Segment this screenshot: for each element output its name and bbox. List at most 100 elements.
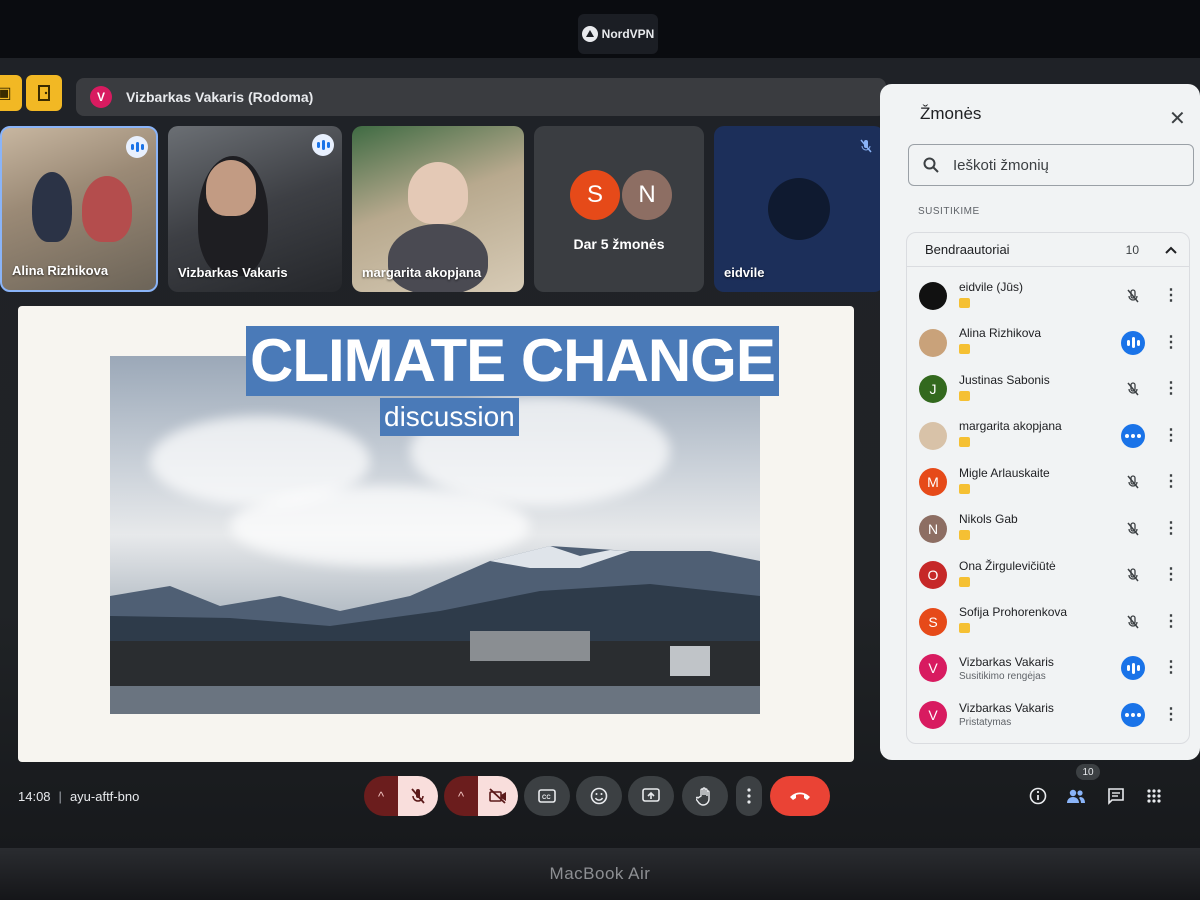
people-search — [908, 144, 1194, 186]
person-figure — [82, 176, 132, 242]
group-header[interactable]: Bendraautoriai 10 — [907, 233, 1189, 267]
camera-toggle-button[interactable] — [478, 776, 518, 816]
participant-role: Susitikimo rengėjas — [959, 670, 1046, 682]
participant-name: Vizbarkas Vakaris — [959, 701, 1054, 715]
more-vert-icon — [747, 788, 751, 804]
end-call-button[interactable] — [770, 776, 830, 816]
laptop-bezel-bottom: MacBook Air — [0, 848, 1200, 900]
chat-button[interactable] — [1100, 780, 1132, 812]
participant-info: Migle Arlauskaite — [959, 466, 1121, 499]
participant-tile[interactable]: Alina Rizhikova — [0, 126, 158, 292]
emoji-icon — [590, 787, 608, 805]
reactions-button[interactable] — [576, 776, 622, 816]
participant-tile[interactable]: margarita akopjana — [352, 126, 524, 292]
slide-subtitle: discussion — [380, 398, 519, 436]
captions-button[interactable]: CC — [524, 776, 570, 816]
participant-info: Vizbarkas Vakaris Susitikimo rengėjas — [959, 655, 1121, 682]
door-icon[interactable] — [26, 75, 62, 111]
avatar: S — [919, 607, 947, 636]
more-vert-icon[interactable]: ⋮ — [1161, 288, 1181, 304]
meeting-details-button[interactable] — [1022, 780, 1054, 812]
close-icon[interactable]: ✕ — [1169, 106, 1186, 131]
mic-off-icon — [1121, 284, 1145, 308]
more-vert-icon[interactable]: ⋮ — [1161, 474, 1181, 490]
avatar: O — [919, 561, 947, 589]
person-figure — [32, 172, 72, 242]
coauthor-tag-icon — [959, 390, 970, 401]
tile-name: Alina Rizhikova — [12, 263, 109, 278]
chat-icon — [1108, 788, 1124, 805]
search-icon — [923, 157, 939, 173]
participant-row[interactable]: N Nikols Gab ⋮ — [907, 506, 1189, 552]
people-icon — [1067, 789, 1085, 803]
participant-info: Alina Rizhikova — [959, 326, 1121, 359]
more-vert-icon[interactable]: ⋮ — [1161, 381, 1181, 397]
more-participants-label: Dar 5 žmonės — [573, 236, 665, 252]
participant-row[interactable]: S Sofija Prohorenkova ⋮ — [907, 599, 1189, 645]
vpn-badge: NordVPN — [578, 14, 658, 54]
tile-name: eidvile — [724, 265, 765, 280]
participant-name: Alina Rizhikova — [959, 326, 1042, 340]
panel-title: Žmonės — [920, 104, 982, 123]
present-button[interactable] — [628, 776, 674, 816]
avatar: S — [570, 170, 620, 220]
participant-row[interactable]: margarita akopjana ⋮ — [907, 413, 1189, 459]
mic-control: ^ — [364, 776, 438, 816]
participant-name: margarita akopjana — [959, 419, 1062, 433]
avatar — [919, 282, 947, 310]
avatar: J — [919, 375, 947, 403]
more-vert-icon[interactable]: ⋮ — [1161, 706, 1181, 723]
avatar: V — [919, 654, 947, 682]
vpn-label: NordVPN — [601, 27, 655, 41]
more-vert-icon[interactable]: ⋮ — [1161, 334, 1181, 351]
participant-info: Vizbarkas Vakaris Pristatymas — [959, 701, 1121, 728]
participant-row[interactable]: M Migle Arlauskaite ⋮ — [907, 459, 1189, 505]
people-button[interactable] — [1060, 780, 1092, 812]
activities-icon[interactable]: ▣ — [0, 75, 22, 111]
more-vert-icon[interactable]: ⋮ — [1161, 427, 1181, 444]
vpn-logo-icon — [581, 26, 598, 42]
more-vert-icon[interactable]: ⋮ — [1161, 660, 1181, 676]
camera-options-caret-icon[interactable]: ^ — [444, 776, 478, 816]
participant-name: Sofija Prohorenkova — [959, 605, 1068, 619]
participant-row[interactable]: J Justinas Sabonis ⋮ — [907, 366, 1189, 412]
participant-info: Justinas Sabonis — [959, 373, 1121, 406]
participant-tile[interactable]: eidvile — [714, 126, 884, 292]
participant-info: eidvile (Jūs) — [959, 280, 1121, 313]
laptop-label: MacBook Air — [549, 864, 651, 883]
participant-role: Pristatymas — [959, 717, 1012, 728]
participant-tile[interactable]: Vizbarkas Vakaris — [168, 126, 342, 292]
raise-hand-button[interactable] — [682, 776, 728, 816]
more-vert-icon[interactable]: ⋮ — [1161, 520, 1181, 537]
mic-toggle-button[interactable] — [398, 776, 438, 816]
more-vert-icon[interactable]: ⋮ — [1161, 613, 1181, 630]
more-options-button[interactable] — [736, 776, 762, 816]
participant-name: eidvile (Jūs) — [959, 279, 1024, 294]
participant-row[interactable]: V Vizbarkas Vakaris Susitikimo rengėjas ⋮ — [907, 645, 1189, 691]
tile-name: Vizbarkas Vakaris — [178, 265, 288, 280]
more-vert-icon[interactable]: ⋮ — [1161, 567, 1181, 583]
svg-text:CC: CC — [542, 795, 551, 801]
presenter-title: Vizbarkas Vakaris (Rodoma) — [126, 89, 314, 105]
coauthor-tag-icon — [959, 483, 970, 494]
meeting-time: 14:08 — [18, 789, 51, 804]
participant-row[interactable]: V Vizbarkas Vakaris Pristatymas ⋮ — [907, 692, 1189, 738]
search-input[interactable] — [953, 156, 1173, 174]
hand-icon — [696, 787, 710, 806]
chevron-up-icon[interactable] — [1165, 246, 1177, 254]
participant-name: Nikols Gab — [959, 512, 1018, 526]
coauthor-tag-icon — [959, 576, 970, 587]
participant-row[interactable]: O Ona Žirgulevičiūtė ⋮ — [907, 552, 1189, 598]
coauthor-tag-icon — [959, 344, 970, 354]
mic-off-icon — [1121, 563, 1145, 587]
participant-info: Sofija Prohorenkova — [959, 605, 1121, 638]
more-participants-tile[interactable]: S N Dar 5 žmonės — [534, 126, 704, 292]
participant-name: Vizbarkas Vakaris — [959, 654, 1054, 669]
mic-off-icon — [1121, 470, 1145, 494]
participant-row[interactable]: eidvile (Jūs) ⋮ — [907, 273, 1189, 319]
participants-group: Bendraautoriai 10 eidvile (Jūs) ⋮ Alina Ri… — [906, 232, 1190, 744]
mic-off-icon — [1121, 377, 1145, 401]
activities-button[interactable] — [1138, 780, 1170, 812]
participant-row[interactable]: Alina Rizhikova ⋮ — [907, 320, 1189, 366]
mic-options-caret-icon[interactable]: ^ — [364, 776, 398, 816]
